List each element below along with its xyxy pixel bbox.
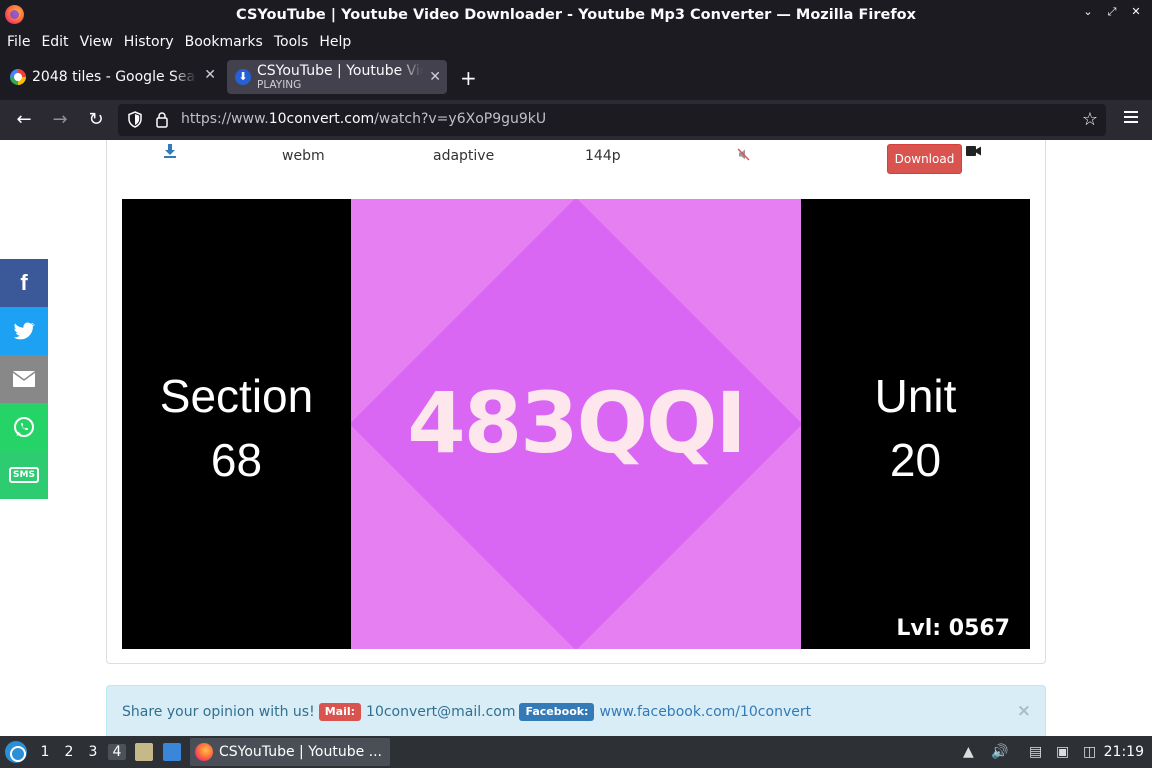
volume-icon[interactable]: 🔊: [991, 744, 1008, 760]
no-audio-icon: [737, 148, 750, 161]
menu-view[interactable]: View: [76, 34, 117, 50]
close-tab-icon[interactable]: ✕: [429, 69, 441, 85]
share-facebook-button[interactable]: f: [0, 259, 48, 307]
desktop-icon[interactable]: [163, 743, 181, 761]
tracking-shield-icon[interactable]: [128, 111, 142, 128]
video-camera-icon: [966, 146, 981, 156]
navigation-bar: ← → ↻ https://www.10convert.com/watch?v=…: [0, 100, 1152, 140]
workspace-2[interactable]: 2: [60, 744, 78, 760]
csyoutube-favicon-icon: ⬇: [235, 69, 251, 85]
tab-title: 2048 tiles - Google Search: [32, 69, 197, 85]
format-ext: webm: [282, 148, 325, 164]
twitter-icon: [13, 322, 35, 340]
facebook-link[interactable]: www.facebook.com/10convert: [599, 704, 811, 720]
share-whatsapp-button[interactable]: [0, 403, 48, 451]
menu-help[interactable]: Help: [315, 34, 355, 50]
workspace-3[interactable]: 3: [84, 744, 102, 760]
firefox-icon: [195, 743, 213, 761]
url-text[interactable]: https://www.10convert.com/watch?v=y6XoP9…: [181, 111, 546, 127]
mail-badge: Mail:: [318, 703, 362, 721]
google-icon: [10, 69, 26, 85]
tray-up-icon[interactable]: ▲: [963, 744, 974, 760]
app-menu-icon[interactable]: [1124, 111, 1138, 123]
url-bar[interactable]: https://www.10convert.com/watch?v=y6XoP9…: [118, 104, 1106, 136]
workspace-1[interactable]: 1: [36, 744, 54, 760]
video-center-frame: 483QQI: [351, 199, 801, 649]
share-email-button[interactable]: [0, 355, 48, 403]
new-tab-button[interactable]: +: [460, 66, 477, 90]
menu-bar: File Edit View History Bookmarks Tools H…: [0, 30, 1152, 54]
window-title: CSYouTube | Youtube Video Downloader - Y…: [236, 7, 916, 23]
forward-button[interactable]: →: [49, 109, 71, 130]
minimize-button[interactable]: ⌄: [1082, 5, 1094, 19]
download-arrow-icon[interactable]: [163, 143, 177, 159]
share-sms-button[interactable]: SMS: [0, 451, 48, 499]
back-button[interactable]: ←: [13, 109, 35, 130]
format-quality: 144p: [585, 148, 621, 164]
page-content: webm adaptive 144p Download Section 68 4…: [0, 140, 1152, 736]
menu-bookmarks[interactable]: Bookmarks: [181, 34, 267, 50]
video-code-text: 483QQI: [407, 374, 746, 472]
tab-playing-label: PLAYING: [257, 79, 302, 91]
alert-text: Share your opinion with us!: [122, 704, 315, 720]
window-titlebar: CSYouTube | Youtube Video Downloader - Y…: [0, 0, 1152, 30]
facebook-icon: f: [20, 270, 28, 295]
video-level-label: Lvl: 0567: [896, 616, 1010, 641]
tab-strip: 2048 tiles - Google Search ✕ ⬇ CSYouTube…: [0, 54, 1152, 100]
menu-edit[interactable]: Edit: [37, 34, 72, 50]
screen: CSYouTube | Youtube Video Downloader - Y…: [0, 0, 1152, 768]
menu-tools[interactable]: Tools: [270, 34, 313, 50]
close-tab-icon[interactable]: ✕: [204, 67, 216, 83]
tab-google-search[interactable]: 2048 tiles - Google Search ✕: [4, 60, 222, 94]
sms-icon: SMS: [9, 467, 39, 483]
download-button[interactable]: Download: [887, 144, 962, 174]
facebook-badge: Facebook:: [519, 703, 595, 721]
clipboard-icon[interactable]: ▤: [1029, 744, 1042, 760]
lock-icon[interactable]: [155, 111, 169, 128]
bookmark-star-icon[interactable]: ☆: [1082, 109, 1098, 130]
format-row: webm adaptive 144p Download: [107, 140, 1047, 178]
video-unit-label: Unit 20: [874, 370, 957, 486]
notification-icon[interactable]: ◫: [1083, 744, 1096, 760]
video-player[interactable]: Section 68 483QQI Unit 20 Lvl: 0567: [122, 199, 1030, 649]
tab-csyoutube[interactable]: ⬇ CSYouTube | Youtube Video Downloader P…: [227, 60, 447, 94]
reload-button[interactable]: ↻: [85, 109, 107, 130]
window-controls: ⌄ ⤢ ✕: [1082, 5, 1142, 19]
menu-history[interactable]: History: [120, 34, 178, 50]
workspace-4[interactable]: 4: [108, 744, 126, 760]
start-menu-icon[interactable]: [5, 741, 27, 763]
menu-file[interactable]: File: [3, 34, 34, 50]
network-icon[interactable]: ▣: [1056, 744, 1069, 760]
tab-title: CSYouTube | Youtube Video Downloader: [257, 63, 423, 79]
format-type: adaptive: [433, 148, 495, 164]
feedback-alert: Share your opinion with us! Mail: 10conv…: [106, 685, 1046, 736]
firefox-logo-icon: [5, 5, 24, 24]
contact-email: 10convert@mail.com: [366, 704, 516, 720]
share-twitter-button[interactable]: [0, 307, 48, 355]
maximize-button[interactable]: ⤢: [1106, 5, 1118, 19]
file-manager-icon[interactable]: [135, 743, 153, 761]
task-title: CSYouTube | Youtube ...: [219, 744, 383, 760]
taskbar-firefox-task[interactable]: CSYouTube | Youtube ...: [190, 738, 390, 766]
video-section-label: Section 68: [159, 370, 314, 486]
clock: 21:19: [1103, 744, 1144, 760]
whatsapp-icon: [14, 417, 34, 437]
alert-close-button[interactable]: ×: [1017, 701, 1031, 721]
share-sidebar: f SMS: [0, 259, 48, 499]
taskbar: 1 2 3 4 CSYouTube | Youtube ... ▲ 🔊 ▤ ▣ …: [0, 736, 1152, 768]
email-icon: [12, 371, 36, 387]
close-window-button[interactable]: ✕: [1130, 5, 1142, 19]
